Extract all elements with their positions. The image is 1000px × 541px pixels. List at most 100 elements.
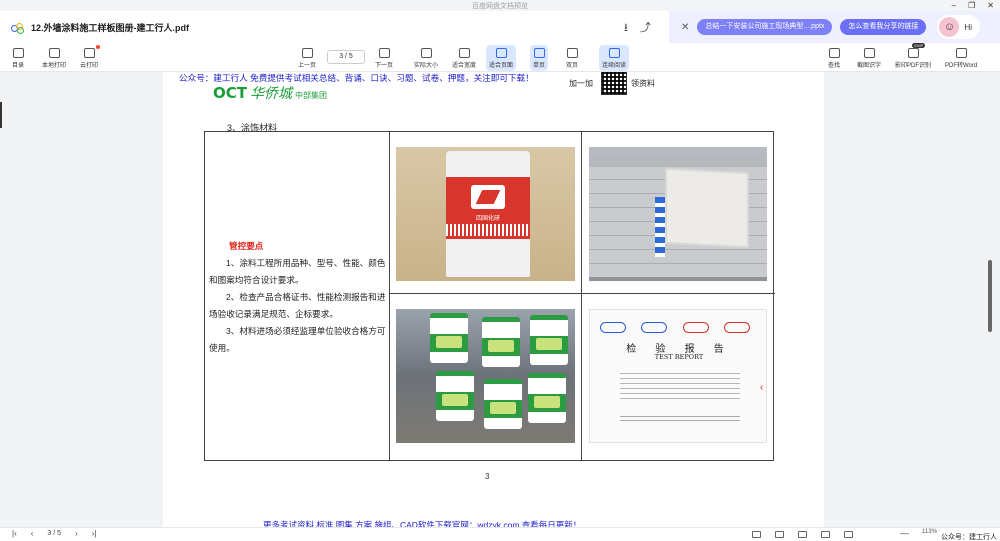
sidebar-handle[interactable] [0,102,2,128]
word-icon [955,47,967,58]
arrow-left-icon [301,47,313,58]
vertical-scrollbar[interactable] [988,260,992,332]
control-point-3: 3、材料进场必须经监理单位验收合格方可使用。 [209,326,386,353]
pdf-to-word-label: PDF转Word [945,62,978,69]
table-divider [389,132,390,460]
local-print-label: 本地打印 [42,62,67,69]
zoom-out-button[interactable]: — [900,528,909,538]
control-points-cell: 管控要点 1、涂料工程所用品种、型号、性能、颜色和图案均符合设计要求。 2、检查… [209,238,387,357]
certification-logos [600,322,750,333]
fit-page-label: 适合页面 [489,62,514,69]
double-page-icon [566,47,578,58]
left-margin [0,72,163,527]
page-number-input[interactable]: 3 / 5 [327,50,365,64]
catalog-button[interactable]: 目录 [12,45,24,71]
chevron-left-icon: ‹ [760,382,764,393]
document-filename: 12.外墙涂料施工样板图册-建工行人.pdf [31,22,190,33]
pail [482,317,520,367]
pail [528,373,566,423]
continuous-icon [608,47,620,58]
single-view-icon[interactable] [752,531,761,538]
ai-assistant-button[interactable]: ☺ Hi [937,15,980,39]
cert-logo-icon [600,322,626,333]
sample-board [665,167,749,249]
prev-page-label: 上一页 [298,62,317,69]
pdf-to-word-button[interactable]: PDF转Word [945,45,977,71]
oct-logo-text: OCT [213,84,247,102]
actual-size-button[interactable]: 实际大小 [414,45,438,71]
control-point-1: 1、涂料工程所用品种、型号、性能、颜色和图案均符合设计要求。 [209,258,386,285]
assistant-avatar-icon: ☺ [939,17,960,37]
prev-page-button[interactable]: 上一页 [298,45,316,71]
local-print-button[interactable]: 本地打印 [42,45,66,71]
close-window-button[interactable]: ✕ [987,0,994,11]
bucket-stripe [446,224,530,236]
next-page-label: 下一页 [375,62,394,69]
restore-button[interactable]: ❐ [968,0,975,11]
catalog-icon [12,47,24,58]
add-text: 加一加 [569,79,593,88]
minimize-button[interactable]: – [952,0,956,11]
next-page-button[interactable]: 下一页 [375,45,393,71]
single-page-button[interactable]: 单页 [530,45,549,71]
search-button[interactable]: 查找 [828,45,840,71]
brand-group-text: 中部集团 [295,91,327,100]
watermark-text: 公众号：建工行人 [941,534,997,541]
close-suggestions-icon[interactable]: ✕ [681,22,689,33]
continuous-reading-button[interactable]: 连续阅读 [599,45,630,71]
arrow-right-icon [378,47,390,58]
last-page-button[interactable]: ›| [92,529,97,538]
photo-paint-bucket: 四国化研 [396,147,575,281]
pail [430,313,468,363]
photo-paint-pails [396,309,575,443]
pail [530,315,568,365]
next-page-small-button[interactable]: › [75,529,78,538]
footer-promo-text: 更多考试资料 标准 图集 方案 施组、CAD软件下载官网：wdzyk.com 查… [263,520,582,527]
brand-chinese-text: 华侨城 [250,86,292,102]
page-navigation: |‹ ‹ 3 / 5 › ›| [12,529,96,538]
screenshot-ocr-button[interactable]: 截图识字 [857,45,881,71]
suggestion-chip-share-link[interactable]: 怎么查看我分享的链接 [840,19,927,35]
assistant-greeting: Hi [964,22,972,32]
status-page-indicator[interactable]: 3 / 5 [47,530,61,537]
control-point-2: 2、检查产品合格证书、性能检测报告和进场验收记录满足规范、企标要求。 [209,292,386,319]
materials-table: 管控要点 1、涂料工程所用品种、型号、性能、颜色和图案均符合设计要求。 2、检查… [204,131,775,461]
download-icon[interactable]: ⭳ [624,19,628,38]
window-titlebar: 百度网盘文档预览 – ❐ ✕ [0,0,1000,11]
photo-sample-panel [589,147,767,281]
width-view-icon[interactable] [821,531,830,538]
double-view-icon[interactable] [775,531,784,538]
zoom-level[interactable]: 113% [922,529,937,535]
crop-icon [863,47,875,58]
prev-page-small-button[interactable]: ‹ [31,529,34,538]
actual-size-label: 实际大小 [414,62,439,69]
view-mode-icons [752,531,853,538]
qr-code-icon [601,72,627,95]
scroll-view-icon[interactable] [844,531,853,538]
baidu-netdisk-logo-icon [11,22,24,34]
printer-icon [48,47,60,58]
double-page-button[interactable]: 双页 [566,45,578,71]
pail [484,379,522,429]
control-points-title: 管控要点 [229,241,264,251]
cloud-print-button[interactable]: 云打印 [80,45,98,71]
share-icon[interactable]: ⤴ [640,19,651,38]
notification-dot [96,45,100,49]
label-tags [655,197,665,257]
first-page-button[interactable]: |‹ [12,529,17,538]
pdf-ocr-button[interactable]: 影印PDF识别 [895,45,931,71]
get-materials-text: 领资料 [631,79,655,88]
double-page-label: 双页 [566,62,579,69]
fit-width-button[interactable]: 适合宽度 [452,45,476,71]
fit-page-button[interactable]: 适合页面 [486,45,517,71]
right-margin [824,72,1000,527]
fit-width-icon [458,47,470,58]
cert-logo-icon [682,322,709,333]
pdf-page: 公众号：建工行人 免费提供考试相关总结、背诵、口诀、习题、试卷、押题，关注即可下… [163,72,824,527]
document-actions: ⭳ ⤴ [624,19,651,38]
suggestion-chip-summary[interactable]: 总结一下安装公司施工现场典型....pptx [697,19,833,35]
report-lines [620,373,740,401]
fit-view-icon[interactable] [798,531,807,538]
page-number: 3 [485,472,490,481]
fit-width-label: 适合宽度 [452,62,477,69]
